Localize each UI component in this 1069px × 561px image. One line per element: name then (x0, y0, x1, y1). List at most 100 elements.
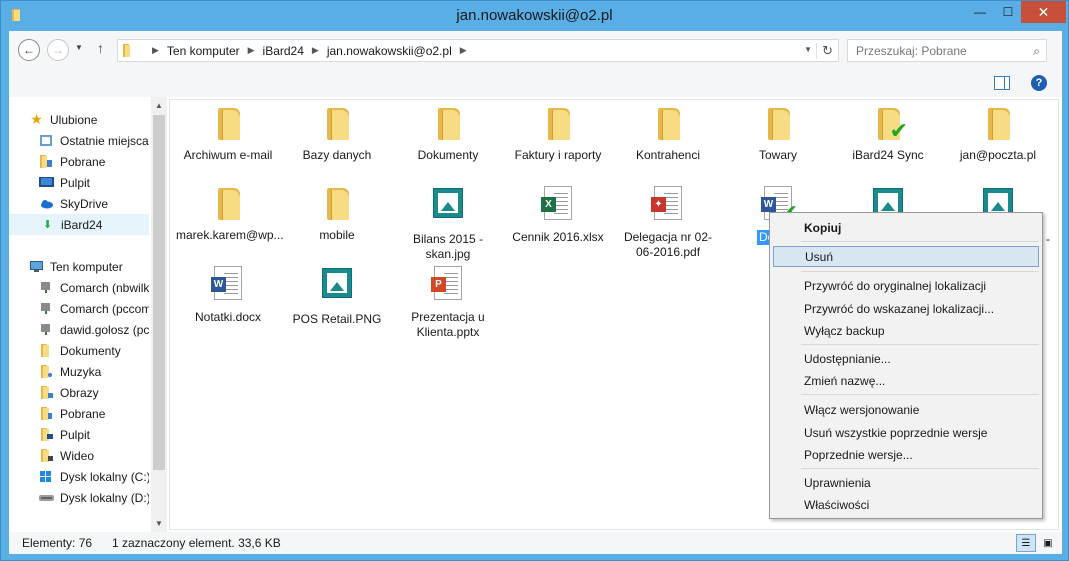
sidebar-item-label: SkyDrive (60, 196, 109, 211)
folder-item[interactable]: Archiwum e-mail (174, 104, 282, 163)
menu-item-restore-to[interactable]: Przywróć do wskazanej lokalizacji... (773, 298, 1039, 319)
large-icons-view-icon[interactable]: ▣ (1039, 534, 1057, 552)
folder-item[interactable]: mobile (283, 184, 391, 243)
preview-pane-icon[interactable] (994, 76, 1010, 90)
forward-button[interactable]: → (47, 39, 69, 61)
address-bar[interactable]: ▶ Ten komputer ▶ iBard24 ▶ jan.nowakowsk… (117, 39, 839, 62)
sidebar-item-network-drive[interactable]: Comarch (pccom (9, 298, 149, 319)
folder-item[interactable]: Bazy danych (283, 104, 391, 163)
scroll-up-icon[interactable]: ▲ (155, 101, 163, 110)
navigation-pane: ★ Ulubione Ostatnie miejsca Pobrane Pulp… (9, 97, 167, 532)
scroll-down-icon[interactable]: ▼ (155, 519, 163, 528)
sidebar-item-label: Ten komputer (50, 259, 123, 274)
menu-item-previous-versions[interactable]: Poprzednie wersje... (773, 444, 1039, 465)
sidebar-item-skydrive[interactable]: SkyDrive (9, 193, 149, 214)
folder-item[interactable]: Kontrahenci (614, 104, 722, 163)
folder-icon (317, 104, 357, 144)
recent-locations-button[interactable]: ▼ (75, 43, 83, 52)
sidebar-item-music[interactable]: Muzyka (9, 361, 149, 382)
search-icon[interactable]: ⌕ (1033, 44, 1040, 59)
sidebar-item-recent[interactable]: Ostatnie miejsca (9, 130, 149, 151)
refresh-icon[interactable]: ↻ (816, 43, 833, 59)
sidebar-scrollbar[interactable]: ▲ ▼ (151, 97, 167, 532)
folder-item[interactable]: Faktury i raporty (504, 104, 612, 163)
file-item[interactable]: P Prezentacja u Klienta.pptx (394, 264, 502, 340)
sidebar-item-desktop[interactable]: Pulpit (9, 424, 149, 445)
menu-item-permissions[interactable]: Uprawnienia (773, 472, 1039, 493)
menu-separator (801, 344, 1039, 345)
close-button[interactable]: ✕ (1021, 1, 1066, 23)
sidebar-item-ibard24[interactable]: ⬇ iBard24 (9, 214, 149, 235)
file-label: Cennik 2016.xlsx (512, 230, 604, 244)
toolbar: ? (9, 69, 1062, 97)
folder-item[interactable]: Dokumenty (394, 104, 502, 163)
sidebar-item-label: Pulpit (60, 427, 91, 442)
sidebar-item-drive-c[interactable]: Dysk lokalny (C:) (9, 466, 149, 487)
help-icon[interactable]: ? (1031, 75, 1047, 91)
sidebar-item-network-drive[interactable]: dawid.golosz (pc (9, 319, 149, 340)
menu-item-rename[interactable]: Zmień nazwę... (773, 370, 1039, 391)
menu-item-disable-backup[interactable]: Wyłącz backup (773, 320, 1039, 341)
menu-item-sharing[interactable]: Udostępnianie... (773, 348, 1039, 369)
sidebar-item-drive-d[interactable]: Dysk lokalny (D:) (9, 487, 149, 508)
back-button[interactable]: ← (18, 39, 40, 61)
powerpoint-badge: P (431, 277, 446, 292)
sidebar-item-documents[interactable]: Dokumenty (9, 340, 149, 361)
sidebar-item-label: iBard24 (61, 217, 103, 232)
menu-item-restore-original[interactable]: Przywróć do oryginalnej lokalizacji (773, 275, 1039, 296)
maximize-button[interactable]: ☐ (994, 1, 1022, 23)
recent-places-icon (39, 134, 54, 147)
menu-item-delete[interactable]: Usuń (773, 246, 1039, 267)
breadcrumb-separator[interactable]: ▶ (312, 45, 319, 56)
sidebar-item-label: Wideo (60, 448, 95, 463)
window-title: jan.nowakowskii@o2.pl (456, 7, 613, 24)
sidebar-item-downloads[interactable]: Pobrane (9, 403, 149, 424)
breadcrumb-item[interactable]: iBard24 (263, 44, 304, 58)
sidebar-item-network-drive[interactable]: Comarch (nbwilk (9, 277, 149, 298)
breadcrumb-separator[interactable]: ▶ (248, 45, 255, 56)
minimize-button[interactable]: — (966, 1, 994, 23)
folder-icon (208, 184, 248, 224)
sidebar-item-label: Pobrane (60, 154, 106, 169)
sidebar-item-label: Comarch (nbwilk (60, 280, 149, 295)
folder-item[interactable]: marek.karem@wp... (174, 184, 284, 243)
scrollbar-thumb[interactable] (153, 115, 165, 470)
sidebar-item-videos[interactable]: Wideo (9, 445, 149, 466)
search-input[interactable]: Przeszukaj: Pobrane ⌕ (847, 39, 1047, 62)
powerpoint-file-icon: P (428, 266, 468, 306)
folder-icon (538, 104, 578, 144)
menu-item-copy[interactable]: Kopiuj (773, 217, 1039, 238)
desktop-icon (39, 176, 54, 189)
sidebar-item-downloads[interactable]: Pobrane (9, 151, 149, 172)
file-item[interactable]: X Cennik 2016.xlsx (504, 184, 612, 245)
sidebar-item-desktop[interactable]: Pulpit (9, 172, 149, 193)
menu-item-properties[interactable]: Właściwości (773, 494, 1039, 515)
folder-item[interactable]: jan@poczta.pl (944, 104, 1052, 163)
sidebar-item-favorites[interactable]: ★ Ulubione (9, 109, 149, 130)
file-item[interactable]: W Notatki.docx (174, 264, 282, 325)
breadcrumb-separator[interactable]: ▶ (460, 45, 467, 56)
cloud-icon (39, 197, 54, 210)
sidebar-item-pictures[interactable]: Obrazy (9, 382, 149, 403)
title-bar[interactable]: jan.nowakowskii@o2.pl — ☐ ✕ (1, 1, 1068, 31)
folder-item[interactable]: ✔ iBard24 Sync (834, 104, 942, 163)
folder-icon (208, 104, 248, 144)
file-item[interactable]: POS Retail.PNG (283, 264, 391, 327)
word-file-icon: W (208, 266, 248, 306)
file-label: Faktury i raporty (514, 148, 602, 162)
menu-item-delete-versions[interactable]: Usuń wszystkie poprzednie wersje (773, 422, 1039, 443)
folder-item[interactable]: Towary (724, 104, 832, 163)
details-view-icon[interactable]: ☰ (1016, 534, 1036, 552)
file-item[interactable]: ✦ Delegacja nr 02-06-2016.pdf (614, 184, 722, 260)
sidebar-item-label: Obrazy (60, 385, 99, 400)
explorer-window: jan.nowakowskii@o2.pl — ☐ ✕ ← → ▼ ↑ ▶ Te… (0, 0, 1069, 561)
breadcrumb-item[interactable]: jan.nowakowskii@o2.pl (327, 44, 452, 58)
up-button[interactable]: ↑ (97, 40, 104, 56)
sidebar-item-this-pc[interactable]: Ten komputer (9, 256, 149, 277)
menu-item-enable-versioning[interactable]: Włącz wersjonowanie (773, 399, 1039, 420)
breadcrumb-item[interactable]: Ten komputer (167, 44, 240, 58)
folder-icon (123, 44, 130, 57)
file-item[interactable]: Bilans 2015 - skan.jpg (394, 184, 502, 262)
address-dropdown-icon[interactable]: ▼ (804, 45, 812, 54)
sidebar-item-label: Dokumenty (60, 343, 121, 358)
